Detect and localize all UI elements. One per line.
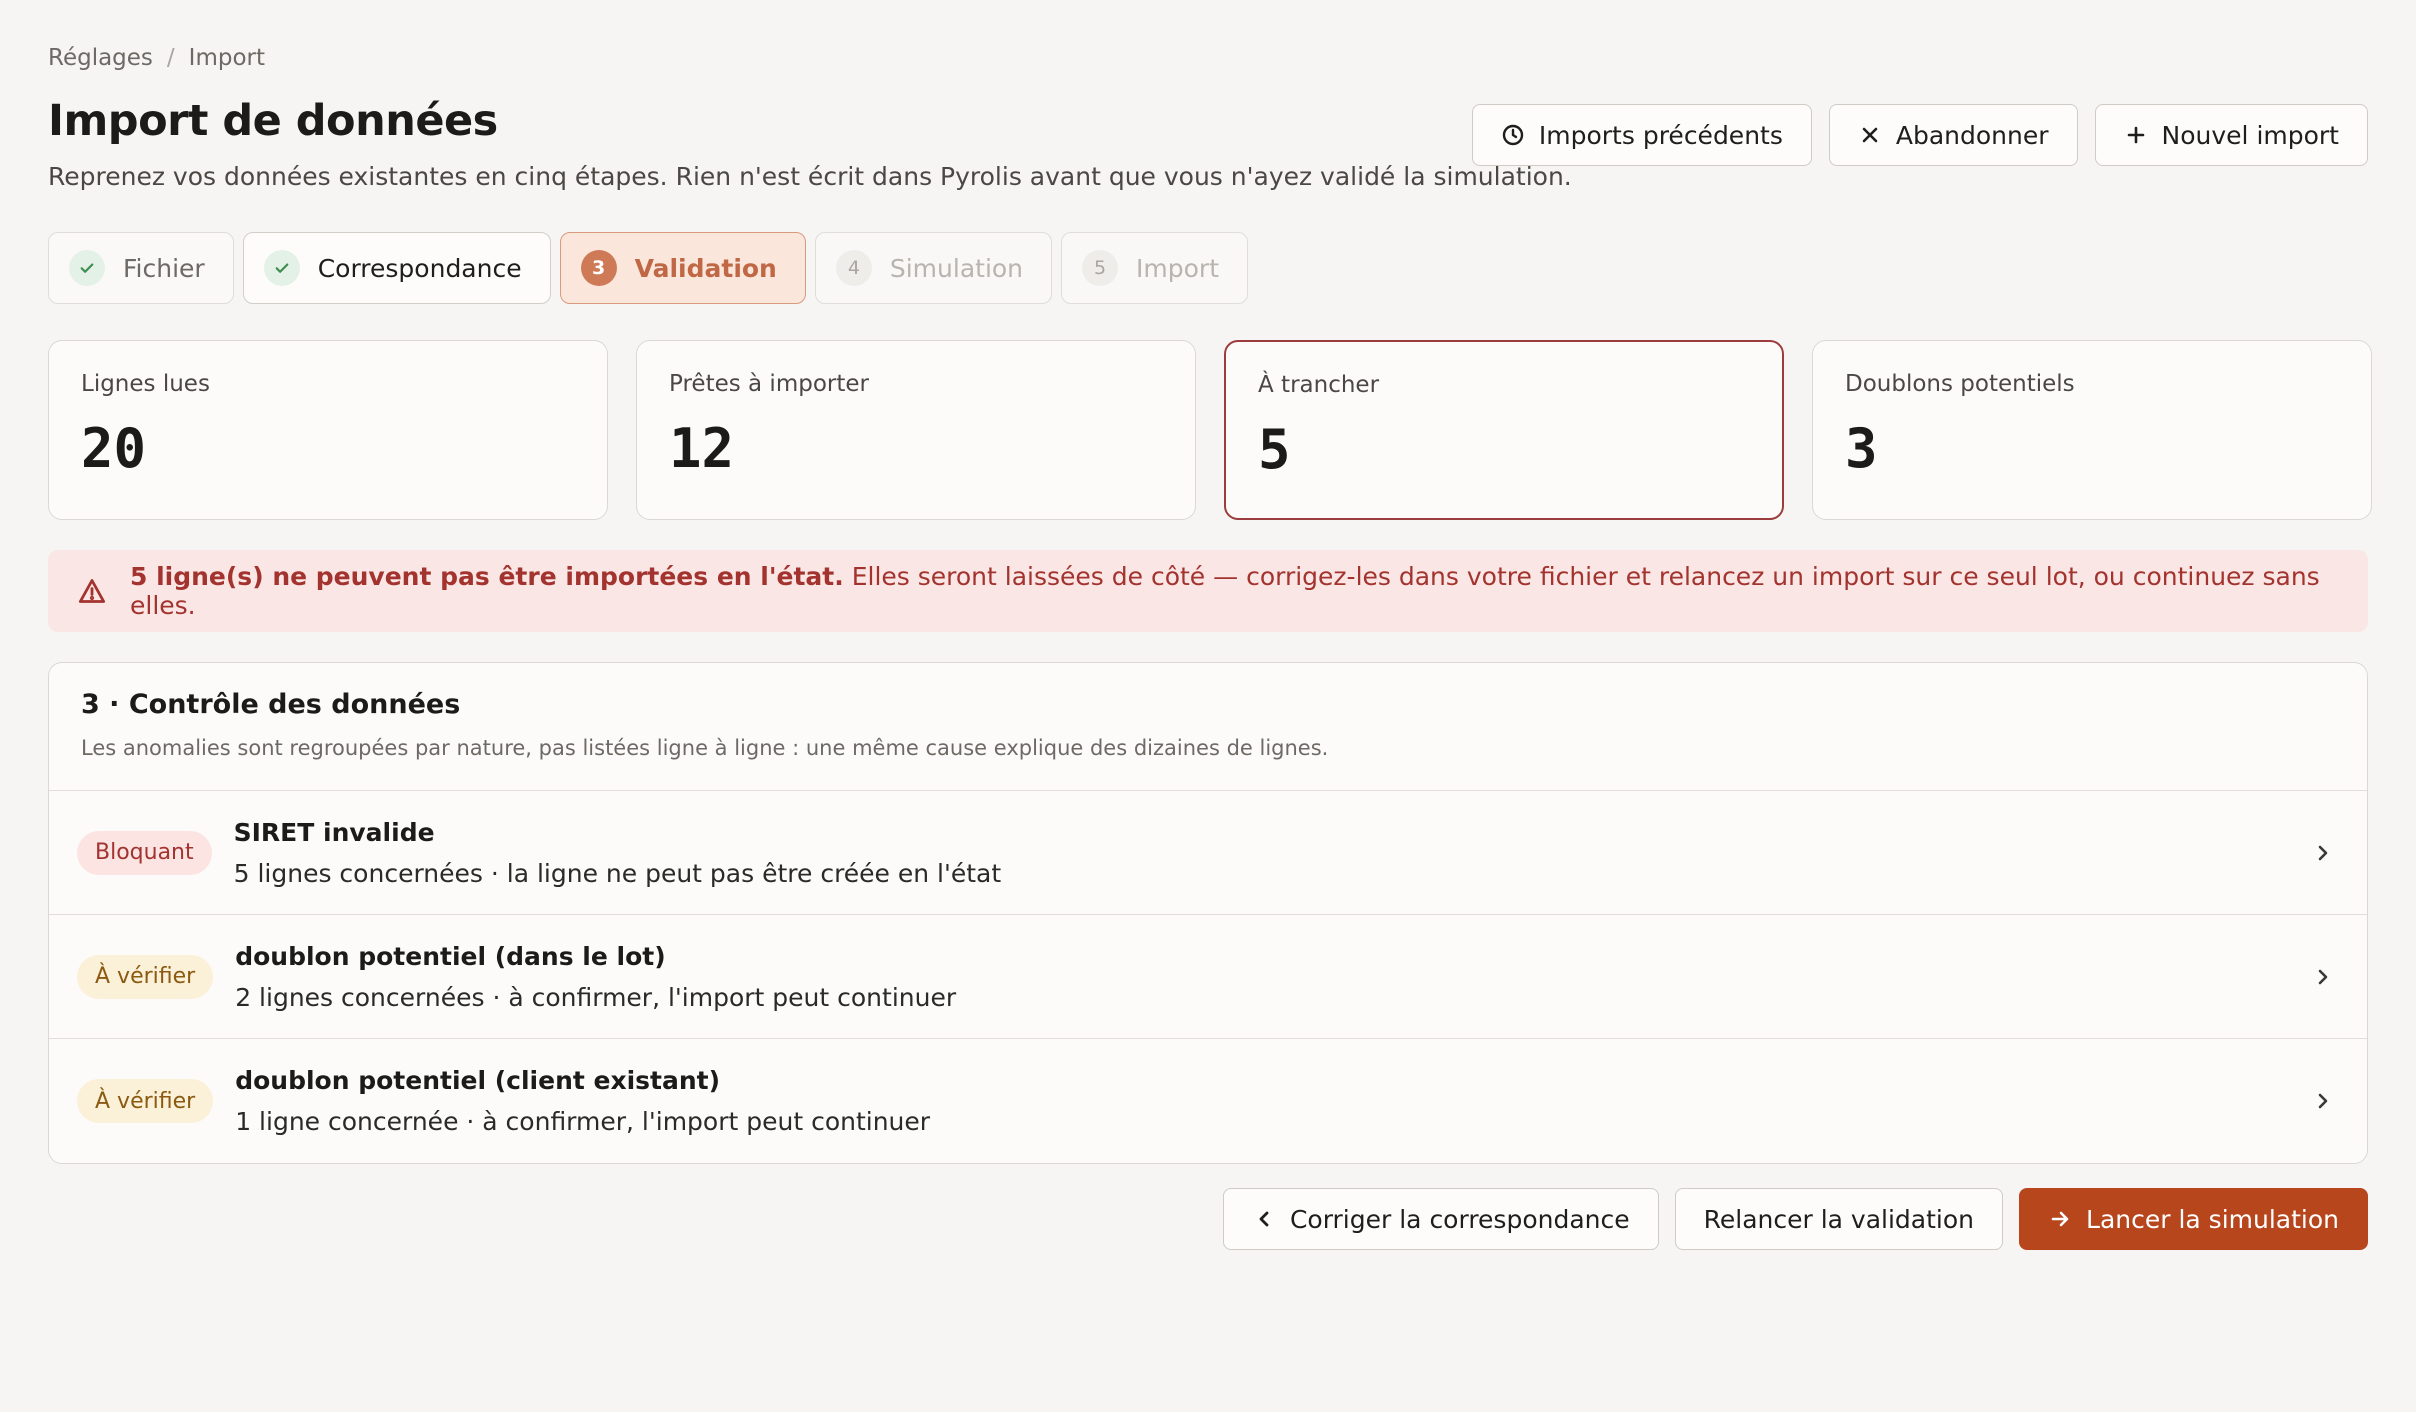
- stat-label: À trancher: [1258, 372, 1380, 398]
- check-icon: [275, 263, 289, 273]
- anomaly-text: doublon potentiel (client existant) 1 li…: [235, 1066, 2311, 1136]
- stat-label: Lignes lues: [81, 371, 210, 397]
- anomaly-title: SIRET invalide: [233, 817, 435, 847]
- panel-description: Les anomalies sont regroupées par nature…: [81, 736, 1329, 760]
- step-number: 3: [580, 250, 617, 286]
- breadcrumb-item-settings[interactable]: Réglages: [48, 45, 153, 71]
- stat-card-to-decide: À trancher 5: [1224, 340, 1784, 520]
- severity-badge-to-check: À vérifier: [77, 954, 214, 999]
- alert-strong: 5 ligne(s) ne peuvent pas être importées…: [130, 562, 844, 591]
- step-label: Import: [1136, 253, 1220, 283]
- rerun-validation-label: Relancer la validation: [1703, 1204, 1975, 1234]
- step-label: Fichier: [123, 253, 205, 283]
- data-check-panel: 3 · Contrôle des données Les anomalies s…: [48, 662, 2368, 1164]
- step-simulation: 4 Simulation: [814, 232, 1053, 304]
- step-label: Validation: [634, 253, 777, 283]
- warning-triangle-icon: [78, 579, 106, 603]
- anomaly-row-siret[interactable]: Bloquant SIRET invalide 5 lignes concern…: [49, 791, 2367, 915]
- page-header: Import de données Reprenez vos données e…: [48, 96, 2368, 191]
- footer-actions: Corriger la correspondance Relancer la v…: [1222, 1188, 2368, 1250]
- run-simulation-label: Lancer la simulation: [2086, 1204, 2339, 1234]
- chevron-right-icon[interactable]: [2311, 965, 2335, 989]
- breadcrumb-item-import: Import: [188, 45, 266, 71]
- anomaly-title: doublon potentiel (dans le lot): [235, 941, 666, 971]
- step-done-indicator: [263, 250, 300, 286]
- step-mapping[interactable]: Correspondance: [242, 232, 551, 304]
- new-import-label: Nouvel import: [2161, 120, 2339, 150]
- stat-value: 3: [1845, 417, 1878, 480]
- anomaly-detail: 5 lignes concernées · la ligne ne peut p…: [233, 858, 1002, 888]
- step-label: Simulation: [889, 253, 1024, 283]
- chevron-left-icon: [1259, 1211, 1269, 1227]
- rerun-validation-button[interactable]: Relancer la validation: [1674, 1188, 2004, 1250]
- import-page: Réglages / Import Import de données Repr…: [48, 40, 2372, 1250]
- stat-value: 12: [669, 417, 735, 480]
- alert-message: 5 ligne(s) ne peuvent pas être importées…: [130, 562, 2338, 620]
- stat-card-duplicates: Doublons potentiels 3: [1812, 340, 2372, 520]
- summary-stats: Lignes lues 20 Prêtes à importer 12 À tr…: [48, 340, 2372, 520]
- stat-value: 20: [81, 417, 147, 480]
- step-validation[interactable]: 3 Validation: [559, 232, 806, 304]
- page-subtitle: Reprenez vos données existantes en cinq …: [48, 162, 1572, 191]
- severity-badge-blocking: Bloquant: [77, 830, 212, 875]
- blocking-alert: 5 ligne(s) ne peuvent pas être importées…: [48, 550, 2368, 632]
- step-done-indicator: [69, 250, 105, 286]
- chevron-right-icon[interactable]: [2311, 1089, 2335, 1113]
- previous-imports-label: Imports précédents: [1538, 120, 1783, 150]
- anomaly-text: SIRET invalide 5 lignes concernées · la …: [234, 818, 2311, 888]
- breadcrumb: Réglages / Import: [48, 40, 2368, 76]
- breadcrumb-separator: /: [166, 45, 175, 71]
- clock-icon: [1502, 124, 1524, 146]
- fix-mapping-button[interactable]: Corriger la correspondance: [1222, 1188, 1659, 1250]
- stat-value: 5: [1258, 418, 1291, 481]
- anomaly-detail: 1 ligne concernée · à confirmer, l'impor…: [235, 1107, 931, 1136]
- arrow-right-icon: [2051, 1211, 2069, 1227]
- anomaly-row-duplicate-client[interactable]: À vérifier doublon potentiel (client exi…: [49, 1039, 2367, 1163]
- anomaly-text: doublon potentiel (dans le lot) 2 lignes…: [235, 942, 2311, 1012]
- stat-label: Doublons potentiels: [1845, 371, 2075, 397]
- stat-label: Prêtes à importer: [669, 371, 869, 397]
- anomaly-row-duplicate-batch[interactable]: À vérifier doublon potentiel (dans le lo…: [49, 915, 2367, 1039]
- abandon-button[interactable]: Abandonner: [1828, 104, 2078, 166]
- close-icon: [1862, 127, 1878, 143]
- step-number: 4: [835, 250, 872, 286]
- stat-card-ready: Prêtes à importer 12: [636, 340, 1196, 520]
- plus-icon: [2127, 126, 2144, 144]
- header-actions: Imports précédents Abandonner Nouvel imp…: [1471, 104, 2368, 166]
- step-number: 5: [1082, 250, 1119, 286]
- anomaly-title: doublon potentiel (client existant): [235, 1066, 721, 1095]
- step-file[interactable]: Fichier: [48, 232, 234, 304]
- import-stepper: Fichier Correspondance 3 Validation 4 Si…: [48, 232, 1249, 304]
- previous-imports-button[interactable]: Imports précédents: [1471, 104, 1812, 166]
- abandon-label: Abandonner: [1895, 120, 2049, 150]
- chevron-right-icon[interactable]: [2311, 841, 2335, 865]
- stat-card-rows-read: Lignes lues 20: [48, 340, 608, 520]
- panel-title: 3 · Contrôle des données: [81, 689, 461, 720]
- anomaly-detail: 2 lignes concernées · à confirmer, l'imp…: [235, 982, 957, 1012]
- run-simulation-button[interactable]: Lancer la simulation: [2019, 1188, 2368, 1250]
- severity-badge-to-check: À vérifier: [77, 1079, 214, 1123]
- new-import-button[interactable]: Nouvel import: [2094, 104, 2368, 166]
- step-import: 5 Import: [1061, 232, 1249, 304]
- step-label: Correspondance: [317, 253, 522, 283]
- panel-header: 3 · Contrôle des données Les anomalies s…: [49, 663, 2367, 791]
- fix-mapping-label: Corriger la correspondance: [1289, 1204, 1630, 1234]
- check-icon: [80, 263, 94, 273]
